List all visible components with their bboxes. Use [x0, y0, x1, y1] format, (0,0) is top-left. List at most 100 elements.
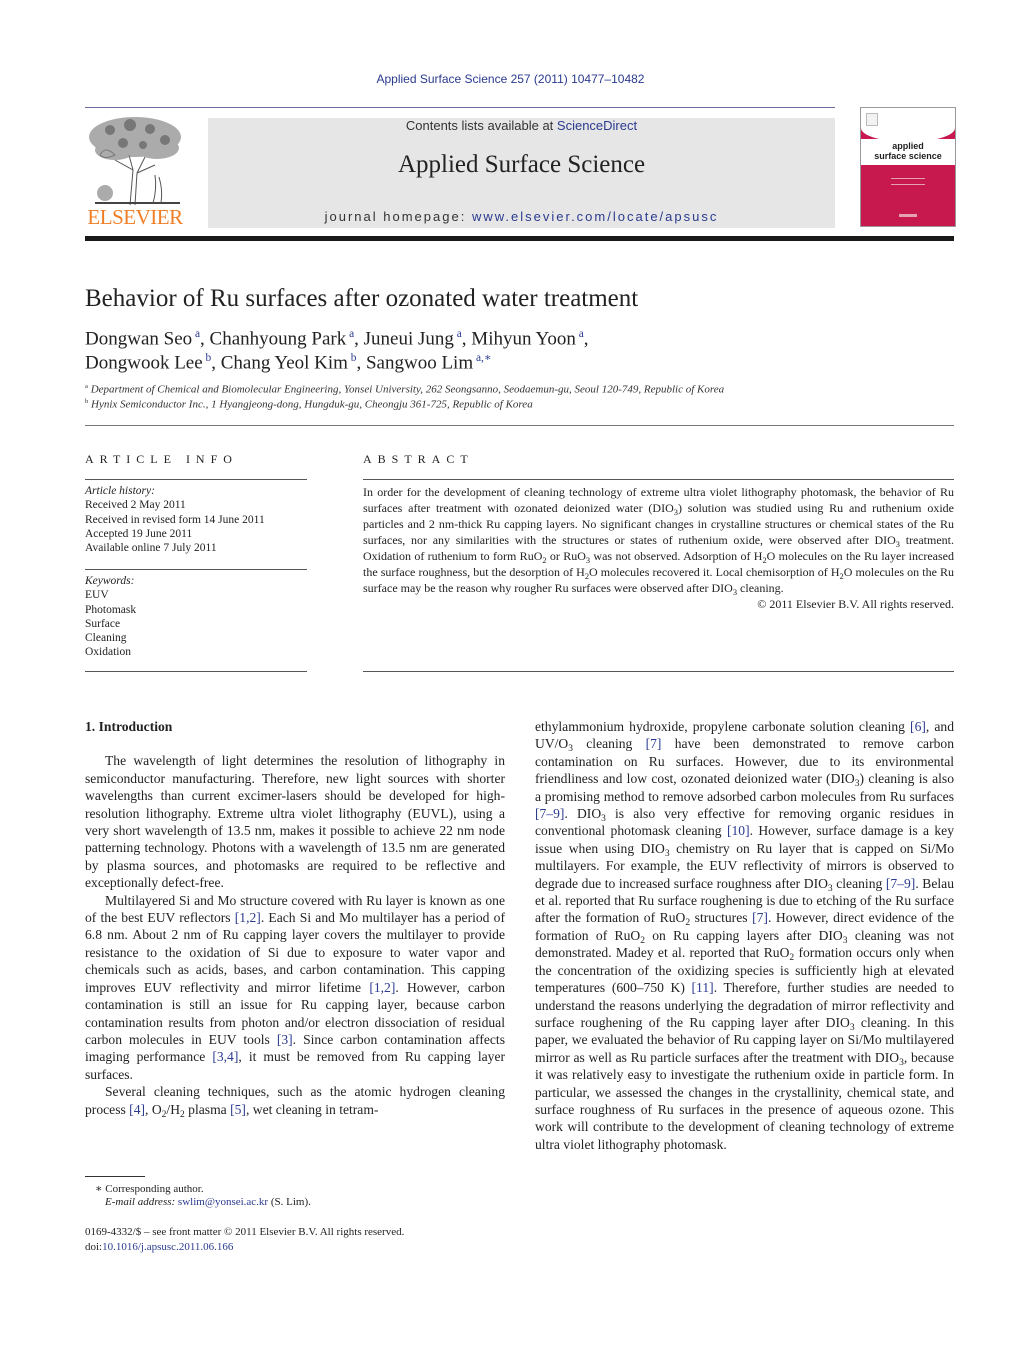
abstract-text: In order for the development of cleaning…: [363, 485, 955, 597]
subscript: 2: [640, 935, 645, 946]
elsevier-wordmark: ELSEVIER: [87, 205, 183, 229]
keyword-item: Cleaning: [85, 632, 127, 645]
subscript: 2: [685, 918, 691, 929]
article-history-label: Article history:: [85, 485, 155, 497]
citation-link[interactable]: [10]: [727, 823, 750, 838]
affiliation-text: Hynix Semiconductor Inc., 1 Hyangjeong-d…: [91, 398, 533, 411]
subscript: 3: [601, 814, 606, 825]
footnote-rule: [85, 1176, 145, 1177]
email-label: E-mail address:: [105, 1196, 178, 1208]
article-info-heading: ARTICLE INFO: [85, 452, 238, 466]
article-history: Article history: Received 2 May 2011 Rec…: [85, 484, 265, 555]
body-column-right: ethylammonium hydroxide, propylene carbo…: [535, 718, 954, 1153]
subscript: 3: [842, 935, 848, 946]
citation-link[interactable]: [11]: [692, 980, 714, 995]
keyword-item: Oxidation: [85, 646, 131, 659]
history-item: Accepted 19 June 2011: [85, 527, 193, 540]
section-heading-introduction: 1. Introduction: [85, 719, 173, 734]
abstract-body: In order for the development of cleaning…: [363, 484, 954, 612]
abstract-rule: [363, 479, 954, 480]
citation-link[interactable]: [4]: [129, 1102, 145, 1117]
body-column-left: 1. Introduction The wavelength of light …: [85, 718, 506, 1120]
keyword-item: Surface: [85, 617, 121, 630]
citation-link[interactable]: [6]: [910, 719, 926, 734]
citation-link[interactable]: [7–9]: [886, 876, 915, 891]
subscript: 2: [839, 572, 844, 581]
subscript: 3: [568, 744, 573, 755]
subscript: 3: [849, 1022, 855, 1033]
author-name: Mihyun Yoon: [471, 328, 576, 350]
body-paragraph: The wavelength of light determines the r…: [85, 753, 505, 891]
subscript: 2: [161, 1109, 167, 1120]
citation-link[interactable]: [3,4]: [212, 1049, 238, 1064]
body-paragraph: Multilayered Si and Mo structure covered…: [85, 892, 506, 1082]
author-affiliation-link[interactable]: b: [203, 352, 212, 364]
keyword-item: Photomask: [85, 603, 137, 616]
subscript: 3: [732, 588, 738, 597]
citation-link[interactable]: [3]: [277, 1032, 293, 1047]
cover-subtitle-lines: [891, 178, 925, 185]
cover-badge-icon: [866, 113, 878, 126]
journal-cover-thumbnail[interactable]: applied surface science: [860, 107, 956, 227]
subscript: 3: [899, 1057, 904, 1068]
subscript: 3: [585, 556, 591, 565]
keyword-item: EUV: [85, 589, 109, 602]
doi-prefix: doi:: [85, 1241, 103, 1253]
affiliation-b: b Hynix Semiconductor Inc., 1 Hyangjeong…: [85, 398, 533, 411]
contents-line: Contents lists available at ScienceDirec…: [208, 118, 835, 133]
homepage-line: journal homepage: www.elsevier.com/locat…: [208, 209, 835, 224]
author-affiliation-link[interactable]: a: [346, 328, 354, 340]
abstract-rule: [363, 671, 954, 672]
citation-link[interactable]: [7]: [752, 910, 768, 925]
body-paragraph: ethylammonium hydroxide, propylene carbo…: [535, 719, 955, 1152]
email-note: E-mail address: swlim@yonsei.ac.kr (S. L…: [105, 1196, 311, 1208]
header-rule: [85, 107, 835, 108]
doi-link[interactable]: 10.1016/j.apsusc.2011.06.166: [102, 1241, 233, 1253]
author-name: Sangwoo Lim: [365, 352, 474, 374]
author-name: Dongwan Seo: [85, 328, 193, 350]
citation-link[interactable]: [7]: [646, 736, 662, 751]
author-affiliation-link[interactable]: a: [192, 328, 200, 340]
homepage-link[interactable]: www.elsevier.com/locate/apsusc: [472, 209, 718, 224]
cover-publisher-mark: [899, 214, 917, 217]
contents-prefix: Contents lists available at: [405, 118, 557, 133]
author-name: Chang Yeol Kim: [220, 352, 348, 374]
cover-title: applied surface science: [861, 139, 955, 165]
author-affiliation-link[interactable]: b: [348, 352, 357, 364]
abstract-heading: ABSTRACT: [363, 452, 474, 466]
abstract-copyright: © 2011 Elsevier B.V. All rights reserved…: [757, 597, 954, 611]
sciencedirect-link[interactable]: ScienceDirect: [557, 118, 637, 133]
doi-line: doi:10.1016/j.apsusc.2011.06.166: [85, 1241, 233, 1253]
subscript: 3: [854, 779, 860, 790]
subscript: 2: [584, 572, 590, 581]
citation-link[interactable]: [1,2]: [369, 980, 395, 995]
subscript: 3: [673, 508, 678, 517]
citation-link[interactable]: [1,2]: [235, 910, 261, 925]
subscript: 2: [789, 953, 795, 964]
journal-title: Applied Surface Science: [397, 151, 646, 178]
author-affiliation-link[interactable]: a: [454, 328, 462, 340]
article-info-rule: [85, 671, 307, 672]
subscript: 3: [827, 883, 833, 894]
elsevier-logo[interactable]: ELSEVIER: [85, 115, 185, 230]
subscript: 2: [180, 1109, 185, 1120]
paper-title: Behavior of Ru surfaces after ozonated w…: [85, 285, 639, 312]
author-affiliation-link[interactable]: a: [576, 328, 584, 340]
journal-citation-link[interactable]: Applied Surface Science 257 (2011) 10477…: [0, 72, 1021, 86]
author-affiliation-link[interactable]: a,∗: [473, 352, 492, 364]
elsevier-tree-icon: [89, 117, 181, 206]
front-matter-line: 0169-4332/$ – see front matter © 2011 El…: [85, 1226, 405, 1238]
history-item: Received in revised form 14 June 2011: [85, 513, 265, 526]
author-name: Juneui Jung: [363, 328, 454, 350]
history-item: Received 2 May 2011: [85, 499, 186, 512]
header-thick-rule: [85, 236, 954, 241]
article-info-rule: [85, 569, 307, 570]
citation-link[interactable]: [7–9]: [535, 806, 564, 821]
citation-link[interactable]: [5]: [230, 1102, 246, 1117]
homepage-prefix: journal homepage:: [324, 209, 472, 224]
affiliation-mark: b: [85, 398, 89, 405]
body-paragraph: Several cleaning techniques, such as the…: [85, 1084, 505, 1120]
author-name: Dongwook Lee: [85, 352, 203, 374]
email-link[interactable]: swlim@yonsei.ac.kr: [178, 1196, 268, 1208]
section-rule: [85, 425, 954, 426]
